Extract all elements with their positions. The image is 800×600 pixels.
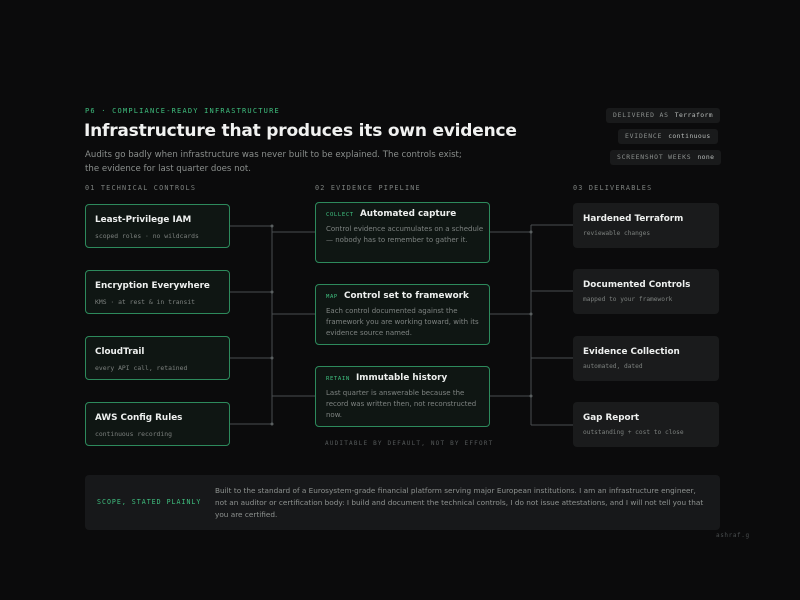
deliverable-title: Gap Report <box>583 413 640 423</box>
deliverable-subtitle: mapped to your framework <box>583 296 673 303</box>
pipeline-tag: MAP <box>326 294 338 300</box>
control-title: CloudTrail <box>95 347 145 357</box>
control-card-encryption: Encryption Everywhere KMS · at rest & in… <box>85 270 230 314</box>
signature: ashraf.g <box>716 532 750 539</box>
pipeline-tag: RETAIN <box>326 376 350 382</box>
deliverable-card-documented-controls: Documented Controls mapped to your frame… <box>573 269 719 314</box>
deliverable-subtitle: automated, dated <box>583 363 643 370</box>
pipeline-description: Last quarter is answerable because the r… <box>326 389 477 419</box>
deliverable-title: Documented Controls <box>583 280 691 290</box>
pipeline-description: Control evidence accumulates on a schedu… <box>326 225 484 244</box>
deliverable-card-evidence-collection: Evidence Collection automated, dated <box>573 336 719 381</box>
pipeline-card-retain: RETAIN Immutable history Last quarter is… <box>315 366 490 427</box>
deliverable-title: Hardened Terraform <box>583 214 684 224</box>
connector-node <box>270 422 274 426</box>
control-title: Encryption Everywhere <box>95 281 210 291</box>
connector-node <box>270 356 274 360</box>
connector-node <box>529 230 533 234</box>
pipeline-title: Control set to framework <box>344 291 469 301</box>
deliverable-subtitle: reviewable changes <box>583 230 651 237</box>
control-title: AWS Config Rules <box>95 413 183 423</box>
connector-node <box>529 312 533 316</box>
pipeline-card-collect: COLLECT Automated capture Control eviden… <box>315 202 490 263</box>
deliverable-title: Evidence Collection <box>583 347 680 357</box>
deliverable-card-terraform: Hardened Terraform reviewable changes <box>573 203 719 248</box>
connector-node <box>529 394 533 398</box>
deliverable-subtitle: outstanding + cost to close <box>583 429 684 436</box>
scope-text: Built to the standard of a Eurosystem-gr… <box>215 486 704 519</box>
control-subtitle: scoped roles · no wildcards <box>95 232 199 240</box>
control-card-cloudtrail: CloudTrail every API call, retained <box>85 336 230 380</box>
control-subtitle: continuous recording <box>95 430 172 438</box>
control-subtitle: KMS · at rest & in transit <box>95 298 196 306</box>
pipeline-title: Immutable history <box>356 373 448 383</box>
pipeline-title: Automated capture <box>360 209 457 219</box>
pipeline-tag: COLLECT <box>326 212 354 218</box>
control-subtitle: every API call, retained <box>95 364 188 372</box>
control-card-config-rules: AWS Config Rules continuous recording <box>85 402 230 446</box>
connector-node <box>270 290 274 294</box>
control-card-iam: Least-Privilege IAM scoped roles · no wi… <box>85 204 230 248</box>
deliverable-card-gap-report: Gap Report outstanding + cost to close <box>573 402 719 447</box>
scope-panel: SCOPE, STATED PLAINLY Built to the stand… <box>85 475 720 530</box>
pipeline-card-map: MAP Control set to framework Each contro… <box>315 284 490 345</box>
scope-label: SCOPE, STATED PLAINLY <box>97 498 202 506</box>
pipeline-description: Each control documented against the fram… <box>326 307 479 337</box>
control-title: Least-Privilege IAM <box>95 215 192 225</box>
pipeline-note: AUDITABLE BY DEFAULT, NOT BY EFFORT <box>325 440 494 447</box>
connector-node <box>270 224 274 228</box>
